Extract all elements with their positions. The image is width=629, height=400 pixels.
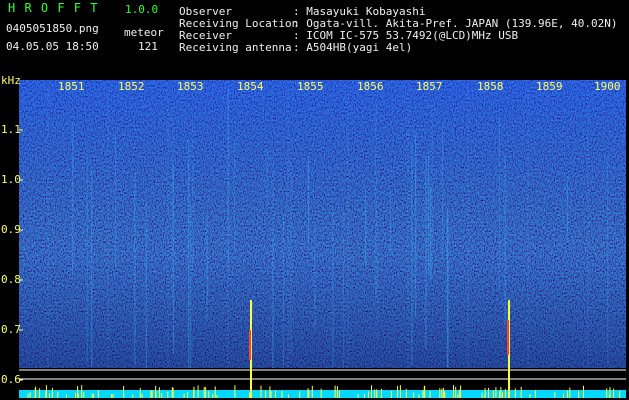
y-tick-label: 1.0 bbox=[1, 173, 21, 186]
x-tick-label: 1851 bbox=[58, 80, 85, 93]
x-tick-label: 1859 bbox=[536, 80, 563, 93]
y-tick-label: 0.6 bbox=[1, 373, 21, 386]
x-tick-label: 1857 bbox=[416, 80, 443, 93]
x-tick-label: 1900 bbox=[594, 80, 621, 93]
y-tick-label: 0.7 bbox=[1, 323, 21, 336]
x-tick-label: 1854 bbox=[237, 80, 264, 93]
y-tick-label: 1.1 bbox=[1, 123, 21, 136]
y-tick-label: 0.9 bbox=[1, 223, 21, 236]
x-tick-label: 1852 bbox=[118, 80, 145, 93]
x-tick-label: 1855 bbox=[297, 80, 324, 93]
x-tick-label: 1853 bbox=[177, 80, 204, 93]
y-tick-label: 0.8 bbox=[1, 273, 21, 286]
x-tick-label: 1858 bbox=[477, 80, 504, 93]
spectrogram-shade bbox=[19, 80, 626, 368]
y-axis-unit: kHz bbox=[1, 74, 21, 87]
spectrogram bbox=[19, 80, 626, 398]
x-tick-label: 1856 bbox=[357, 80, 384, 93]
